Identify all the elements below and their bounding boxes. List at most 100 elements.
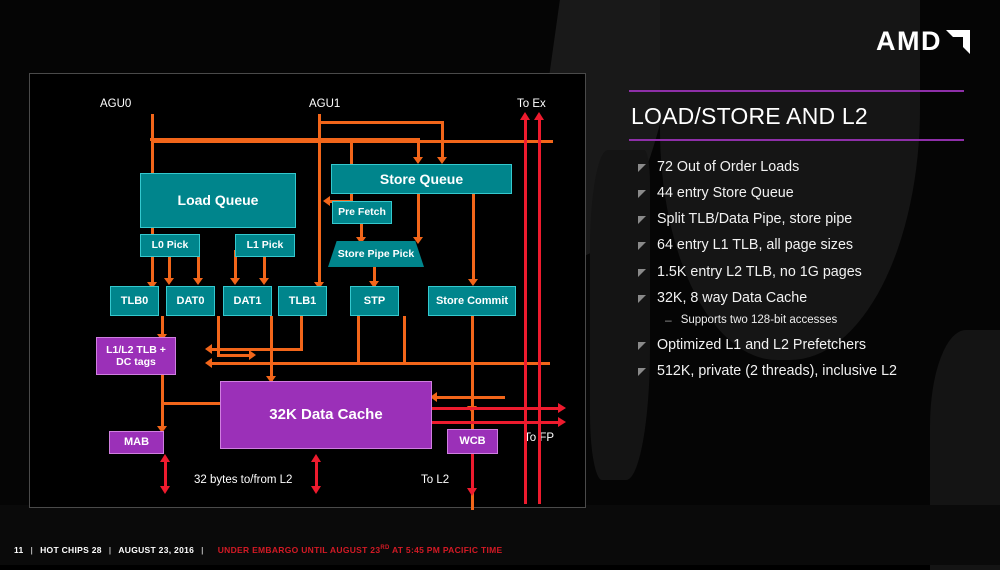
connector-tlb1-to-tags xyxy=(210,348,303,351)
connector-stp-drop xyxy=(403,316,406,362)
block-l0-pick-label: L0 Pick xyxy=(152,239,189,251)
connector-to-ex-a xyxy=(524,118,527,504)
bullet-text: 1.5K entry L2 TLB, no 1G pages xyxy=(657,264,862,281)
connector-sq-to-store-commit xyxy=(472,193,475,283)
connector-wcb-to-l2 xyxy=(471,454,474,492)
bullet-text: Optimized L1 and L2 Prefetchers xyxy=(657,337,866,354)
block-l1-pick[interactable]: L1 Pick xyxy=(235,234,295,257)
block-l1-l2-tlb-dc-tags[interactable]: L1/L2 TLB + DC tags xyxy=(96,337,176,375)
block-store-pipe-pick-label: Store Pipe Pick xyxy=(338,248,414,260)
connector-agu1-sq-drop-a xyxy=(441,121,444,161)
arrowhead-dat0-cache xyxy=(249,350,256,360)
connector-dat0-to-cache xyxy=(217,354,253,357)
title-rule-bottom xyxy=(629,139,964,141)
bullet-triangle-icon xyxy=(638,269,646,277)
block-store-queue[interactable]: Store Queue xyxy=(331,164,512,194)
block-store-commit[interactable]: Store Commit xyxy=(428,286,516,316)
arrowhead-cache-up xyxy=(311,454,321,462)
block-store-pipe-pick[interactable]: Store Pipe Pick xyxy=(328,241,424,267)
bullet-list: 72 Out of Order Loads 44 entry Store Queu… xyxy=(629,159,969,380)
connector-sq-feed-b xyxy=(150,138,420,141)
amd-logo: AMD xyxy=(876,28,970,55)
block-pre-fetch-label: Pre Fetch xyxy=(338,206,386,218)
connector-sq-to-spp xyxy=(417,193,420,241)
block-stp[interactable]: STP xyxy=(350,286,399,316)
block-dat0[interactable]: DAT0 xyxy=(166,286,215,316)
arrowhead-l0pick-dat0 xyxy=(193,278,203,285)
bullet-triangle-icon xyxy=(638,342,646,350)
connector-dat1-to-cache xyxy=(270,316,273,381)
bullet-triangle-icon xyxy=(638,190,646,198)
connector-cache-l2 xyxy=(315,460,318,488)
bullet-text: 64 entry L1 TLB, all page sizes xyxy=(657,237,853,254)
block-load-queue[interactable]: Load Queue xyxy=(140,173,296,228)
arrowhead-to-fp-b xyxy=(558,417,566,427)
block-store-commit-label: Store Commit xyxy=(436,295,508,308)
block-stp-label: STP xyxy=(364,295,385,308)
bullet-triangle-icon xyxy=(638,295,646,303)
content-panel: LOAD/STORE AND L2 72 Out of Order Loads 4… xyxy=(629,90,969,389)
bullet-item: 32K, 8 way Data Cache xyxy=(629,290,969,307)
bullet-triangle-icon xyxy=(638,216,646,224)
block-tlb0-label: TLB0 xyxy=(121,295,149,308)
block-wcb-label: WCB xyxy=(459,435,485,448)
label-agu0: AGU0 xyxy=(100,98,131,110)
arrowhead-to-fp-a xyxy=(558,403,566,413)
block-l0-pick[interactable]: L0 Pick xyxy=(140,234,200,257)
sub-bullet-dash-icon: – xyxy=(665,313,672,329)
bullet-item: 72 Out of Order Loads xyxy=(629,159,969,176)
block-l1-pick-label: L1 Pick xyxy=(247,239,284,251)
connector-long-feedback-tags xyxy=(210,362,550,365)
block-pre-fetch[interactable]: Pre Fetch xyxy=(332,201,392,224)
footer-band xyxy=(0,505,1000,565)
block-32k-data-cache[interactable]: 32K Data Cache xyxy=(220,381,432,449)
bullet-item: 64 entry L1 TLB, all page sizes xyxy=(629,237,969,254)
block-load-queue-label: Load Queue xyxy=(178,192,259,208)
connector-mab-l2 xyxy=(164,460,167,488)
arrowhead-mab-down xyxy=(160,486,170,494)
page-title: LOAD/STORE AND L2 xyxy=(631,103,969,130)
block-tlb0[interactable]: TLB0 xyxy=(110,286,159,316)
footer-page-number: 11 xyxy=(14,545,24,555)
arrowhead-into-load-queue-right xyxy=(323,196,330,206)
block-wcb[interactable]: WCB xyxy=(447,429,498,454)
bullet-triangle-icon xyxy=(638,164,646,172)
load-store-block-diagram: AGU0 AGU1 To Ex To FP To L2 32 bytes to/… xyxy=(29,73,586,508)
embargo-ordinal: RD xyxy=(380,545,389,551)
block-tlb1[interactable]: TLB1 xyxy=(278,286,327,316)
bullet-item: 512K, private (2 threads), inclusive L2 xyxy=(629,363,969,380)
block-tlb-dc-tags-line2: DC tags xyxy=(116,356,156,368)
block-tlb-dc-tags-line1: L1/L2 TLB + xyxy=(106,344,166,356)
bullet-item: Optimized L1 and L2 Prefetchers xyxy=(629,337,969,354)
bullet-item: 1.5K entry L2 TLB, no 1G pages xyxy=(629,264,969,281)
connector-agu1-to-sq-a xyxy=(318,121,444,124)
title-rule-top xyxy=(629,90,964,92)
label-to-ex: To Ex xyxy=(517,98,546,110)
amd-arrow-mark-icon xyxy=(945,30,970,54)
block-dat1[interactable]: DAT1 xyxy=(223,286,272,316)
footer-conference: HOT CHIPS 28 xyxy=(40,545,102,555)
sub-bullet-text: Supports two 128-bit accesses xyxy=(681,313,838,328)
embargo-text-post: AT 5:45 PM PACIFIC TIME xyxy=(390,545,503,555)
bullet-text: 512K, private (2 threads), inclusive L2 xyxy=(657,363,897,380)
connector-tlb1-drop xyxy=(300,316,303,350)
bullet-text: Split TLB/Data Pipe, store pipe xyxy=(657,211,852,228)
arrowhead-l1pick-dat1 xyxy=(230,278,240,285)
block-dat1-label: DAT1 xyxy=(234,295,262,308)
arrowhead-mab-up xyxy=(160,454,170,462)
sub-bullet-item: –Supports two 128-bit accesses xyxy=(665,313,969,329)
connector-cache-to-fp-a xyxy=(432,407,562,410)
embargo-text-pre: UNDER EMBARGO UNTIL AUGUST 23 xyxy=(218,545,381,555)
footer-separator: | xyxy=(201,545,204,555)
bullet-item: 44 entry Store Queue xyxy=(629,185,969,202)
label-bytes-to-from-l2: 32 bytes to/from L2 xyxy=(194,474,292,486)
footer-date: AUGUST 23, 2016 xyxy=(118,545,194,555)
arrowhead-wcb-l2 xyxy=(467,488,477,496)
connector-to-ex-b xyxy=(538,118,541,504)
block-data-cache-label: 32K Data Cache xyxy=(269,406,382,423)
footer-separator: | xyxy=(109,545,112,555)
block-mab[interactable]: MAB xyxy=(109,431,164,454)
connector-stp-column-drop xyxy=(357,316,360,363)
bullet-text: 72 Out of Order Loads xyxy=(657,159,799,176)
connector-cache-to-fp-b xyxy=(432,421,562,424)
